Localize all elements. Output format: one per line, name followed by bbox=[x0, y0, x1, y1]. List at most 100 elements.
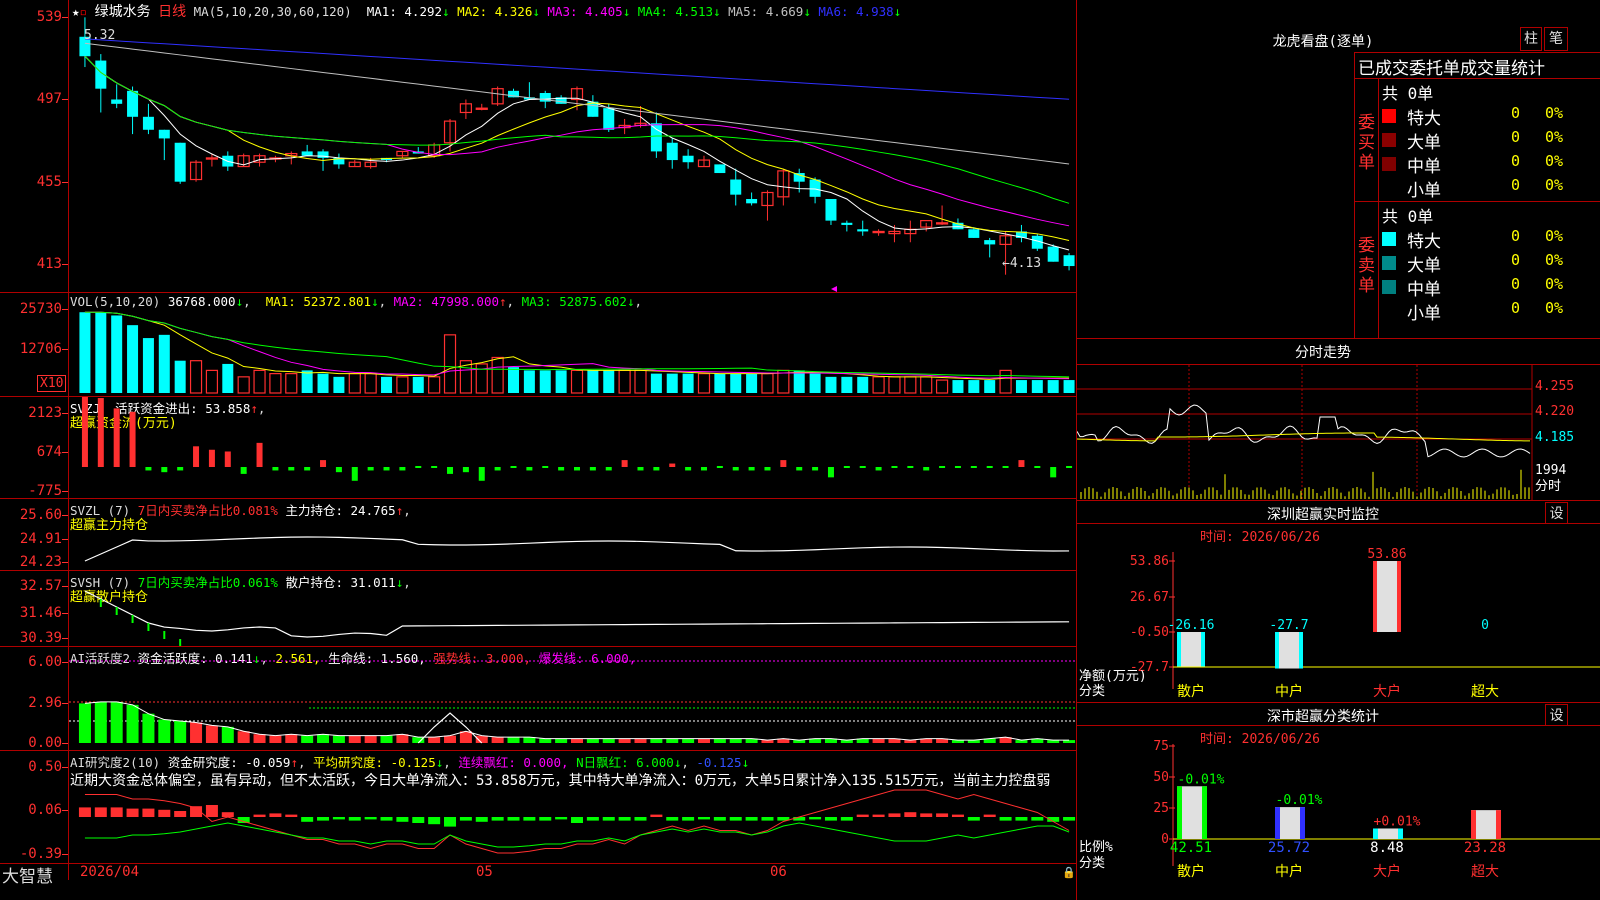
flow-bar bbox=[495, 467, 501, 470]
classify-value-label: 23.28 bbox=[1464, 840, 1506, 856]
research-bar bbox=[825, 817, 837, 821]
activity-bar bbox=[285, 734, 297, 743]
flow-bar bbox=[241, 467, 247, 474]
research-bar bbox=[206, 805, 218, 817]
research-bar bbox=[476, 817, 488, 822]
activity-bar bbox=[460, 731, 472, 743]
candle bbox=[714, 164, 725, 173]
flow-bar bbox=[399, 467, 405, 470]
classify-value-label: 42.51 bbox=[1170, 840, 1212, 856]
volume-bar bbox=[143, 338, 154, 393]
monitor-bar-edge bbox=[1275, 632, 1279, 669]
research-bar bbox=[619, 817, 631, 821]
flow-bar bbox=[352, 467, 358, 481]
research-bar bbox=[841, 817, 853, 821]
activity-bar bbox=[666, 739, 678, 743]
candle bbox=[810, 180, 821, 197]
volume-chart bbox=[69, 293, 1076, 396]
volume-bar bbox=[206, 370, 217, 393]
volume-bar bbox=[603, 370, 614, 393]
ai-research-axis-tick bbox=[62, 767, 68, 768]
svzj-axis-tick-label: 2123 bbox=[0, 405, 62, 421]
research-bar bbox=[571, 817, 583, 823]
volume-bar bbox=[619, 370, 630, 393]
activity-bar bbox=[301, 736, 313, 743]
research-bar bbox=[222, 812, 234, 817]
volume-bar bbox=[667, 374, 678, 393]
volume-bar bbox=[572, 370, 583, 393]
flow-bar bbox=[876, 467, 882, 470]
classify-category: 超大 bbox=[1471, 864, 1499, 880]
research-bar bbox=[666, 817, 678, 821]
flow-bar bbox=[907, 466, 913, 468]
flow-bar bbox=[431, 466, 437, 468]
volume-bar bbox=[524, 370, 535, 393]
volume-bar bbox=[1016, 380, 1027, 393]
intraday-axis-label: 4.220 bbox=[1535, 404, 1574, 419]
research-bar bbox=[968, 817, 980, 821]
candlestick-chart[interactable] bbox=[69, 0, 1076, 292]
volume-axis-tick bbox=[62, 309, 68, 310]
svzl-axis-tick-label: 25.60 bbox=[0, 507, 62, 523]
flow-bar bbox=[1066, 466, 1072, 468]
activity-bar bbox=[269, 736, 281, 743]
flow-bar bbox=[844, 466, 850, 468]
flow-bar bbox=[145, 467, 151, 470]
monitor-bar-edge bbox=[1177, 632, 1181, 666]
main-holding-chart bbox=[69, 499, 1076, 570]
activity-bar bbox=[492, 737, 504, 743]
ma-line-5 bbox=[85, 43, 1069, 164]
ai-research-axis-tick bbox=[62, 810, 68, 811]
date-label-may: 05 bbox=[476, 864, 493, 880]
classify-category: 散户 bbox=[1177, 863, 1205, 880]
sell-total: 共 0单 bbox=[1382, 203, 1433, 227]
sell-row-pct: 0% bbox=[1545, 227, 1563, 245]
flow-bar bbox=[812, 467, 818, 470]
flow-bar bbox=[368, 467, 374, 470]
flow-bar bbox=[891, 466, 897, 468]
price-axis-tick-label: 497 bbox=[0, 91, 62, 107]
sell-row-label: 小单 bbox=[1407, 299, 1441, 324]
buy-row-label: 中单 bbox=[1407, 152, 1441, 177]
volume-bar bbox=[1048, 380, 1059, 393]
flow-bar bbox=[971, 466, 977, 468]
vol-unit-button[interactable]: X10 bbox=[37, 375, 66, 392]
volume-axis-tick-label: 12706 bbox=[0, 341, 62, 357]
research-bar bbox=[539, 817, 551, 821]
activity-bar bbox=[698, 739, 710, 743]
sell-row-qty: 0 bbox=[1506, 251, 1520, 269]
research-bar bbox=[158, 810, 170, 817]
activity-bar bbox=[381, 736, 393, 743]
buy-row-label: 大单 bbox=[1407, 128, 1441, 153]
flow-bar bbox=[384, 467, 390, 470]
volume-bar bbox=[333, 377, 344, 393]
candle bbox=[651, 123, 662, 151]
research-bar bbox=[936, 813, 948, 817]
bar-mode-button[interactable]: 柱 bbox=[1520, 27, 1542, 51]
activity-bar bbox=[317, 734, 329, 743]
activity-bar bbox=[587, 739, 599, 743]
monitor-value-label: 0 bbox=[1481, 618, 1489, 633]
monitor-settings-button[interactable]: 设 bbox=[1545, 502, 1568, 524]
classify-category: 中户 bbox=[1275, 863, 1303, 880]
volume-bar bbox=[413, 377, 424, 393]
flow-bar bbox=[923, 467, 929, 470]
intraday-chart[interactable]: 4.255 4.220 4.185 1994分时 bbox=[1077, 365, 1600, 500]
low-annotation: ←4.13 bbox=[1002, 256, 1041, 271]
ma-line-4 bbox=[85, 56, 1069, 203]
lock-icon[interactable]: 🔒 bbox=[1062, 866, 1076, 879]
classify-axis-label: 0 bbox=[1161, 832, 1169, 847]
candle bbox=[159, 130, 170, 139]
tick-mode-button[interactable]: 笔 bbox=[1544, 27, 1568, 51]
activity-bar bbox=[714, 739, 726, 743]
candle bbox=[127, 91, 138, 117]
volume-bar bbox=[746, 374, 757, 393]
research-bar bbox=[952, 815, 964, 817]
ai-research-axis-tick-label: -0.39 bbox=[0, 846, 62, 862]
monitor-axis-label: 53.86 bbox=[1130, 554, 1169, 569]
svsh-axis-tick-label: 32.57 bbox=[0, 578, 62, 594]
volume-bar bbox=[95, 312, 106, 393]
intraday-axis-label: 1994 bbox=[1535, 463, 1566, 478]
flow-bar bbox=[1003, 466, 1009, 468]
classify-settings-button[interactable]: 设 bbox=[1545, 704, 1568, 726]
